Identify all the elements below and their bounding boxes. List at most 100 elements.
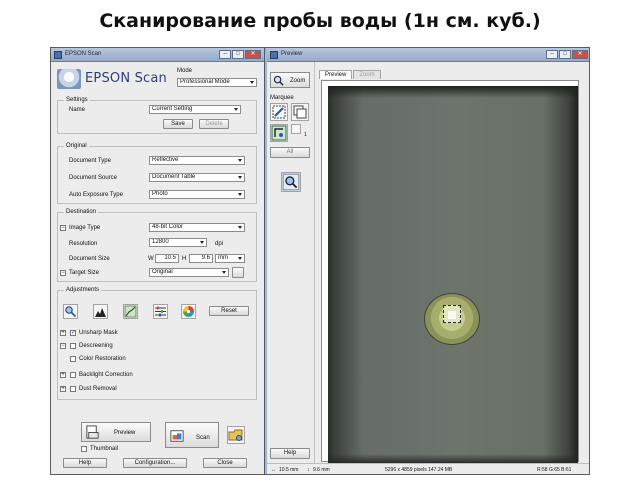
backlight-expand-icon[interactable]: + (60, 372, 66, 378)
histogram-button[interactable] (93, 304, 108, 319)
resolution-select[interactable]: 12800 (149, 238, 207, 247)
delete-button[interactable]: Delete (199, 119, 229, 129)
descreening-label: Descreening (79, 343, 113, 349)
sliders-icon (155, 306, 166, 317)
image-type-select[interactable]: 48-bit Color (149, 223, 245, 232)
descreening-checkbox[interactable] (70, 343, 76, 349)
unsharp-expand-icon[interactable]: + (60, 330, 66, 336)
preview-document-icon (86, 425, 99, 439)
document-source-select[interactable]: Document Table (149, 173, 245, 182)
close-window-button[interactable]: ✕ (572, 50, 588, 59)
size-unit-select[interactable]: mm (215, 254, 245, 263)
help-button[interactable]: Help (63, 458, 107, 468)
target-size-label: Target Size (69, 270, 100, 276)
auto-locate-icon (271, 125, 287, 141)
original-title: Original (64, 143, 89, 149)
save-button[interactable]: Save (163, 119, 193, 129)
color-palette-button[interactable] (181, 304, 196, 319)
dust-removal-label: Dust Removal (79, 386, 117, 392)
status-height: 9.6 mm (313, 467, 330, 473)
preview-help-button[interactable]: Help (270, 448, 310, 459)
settings-title: Settings (64, 97, 90, 103)
preview-button[interactable]: Preview (81, 422, 151, 442)
name-label: Name (69, 107, 86, 113)
height-prefix: H (182, 256, 187, 262)
brand-text: EPSON Scan (85, 71, 167, 86)
width-prefix: W (148, 256, 154, 262)
height-field[interactable]: 9.6 (189, 254, 213, 263)
document-source-value: Document Table (152, 174, 196, 180)
tab-preview[interactable]: Preview (319, 70, 353, 79)
preview-window-title: Preview (281, 51, 303, 57)
duplicate-marquee-icon (293, 105, 307, 119)
color-restoration-checkbox[interactable] (70, 356, 76, 362)
status-pixels: 5296 x 4859 pixels 147.24 MB (385, 467, 453, 473)
histogram-icon (95, 308, 106, 317)
target-size-orientation-button[interactable] (232, 267, 244, 278)
image-type-expand-icon[interactable]: − (60, 225, 66, 231)
backlight-correction-checkbox[interactable] (70, 372, 76, 378)
preview-toolbar: Zoom Marquee 1 All Help (267, 62, 315, 474)
magnifier-icon (65, 306, 77, 318)
mode-select[interactable]: Professional Mode (177, 78, 257, 87)
status-width: 10.5 mm (279, 467, 299, 473)
descreening-expand-icon[interactable]: − (60, 343, 66, 349)
pen-icon (272, 105, 286, 119)
status-rgb: R:58 G:65 B:61 (537, 467, 572, 473)
dust-removal-expand-icon[interactable]: + (60, 386, 66, 392)
configuration-button[interactable]: Configuration... (123, 458, 187, 468)
color-wheel-icon (183, 306, 194, 317)
image-type-value: 48-bit Color (152, 224, 184, 230)
chevron-down-icon (238, 226, 242, 229)
unsharp-mask-checkbox[interactable]: ✓ (70, 330, 76, 336)
scan-image-icon (170, 430, 184, 442)
name-select[interactable]: Current Setting (149, 105, 241, 114)
document-type-select[interactable]: Reflective (149, 156, 245, 165)
close-button[interactable]: Close (203, 458, 247, 468)
thumbnail-label: Thumbnail (90, 446, 119, 452)
target-size-select[interactable]: Original (149, 268, 229, 277)
minimize-button[interactable]: – (219, 50, 231, 59)
epson-brand: EPSON Scan (57, 65, 172, 89)
histogram-lens-button[interactable] (63, 304, 78, 319)
document-type-label: Document Type (69, 158, 111, 164)
preview-window: Preview – □ ✕ Zoom Marquee 1 All Help Pr… (267, 48, 589, 474)
document-source-label: Document Source (69, 175, 118, 181)
maximize-button[interactable]: □ (232, 50, 244, 59)
file-save-settings-button[interactable] (227, 426, 245, 444)
magnifier-icon (273, 75, 284, 86)
width-field[interactable]: 10.5 (155, 254, 179, 263)
preview-tabs: Preview Zoom (319, 70, 382, 79)
preview-canvas-frame (321, 80, 579, 464)
preview-titlebar: Preview – □ ✕ (267, 48, 589, 62)
preview-label: Preview (114, 430, 136, 436)
selection-marquee[interactable] (443, 305, 461, 323)
magnifier-icon (282, 173, 300, 191)
scan-button[interactable]: Scan (165, 422, 219, 448)
auto-exposure-select[interactable]: Photo (149, 190, 245, 199)
auto-exposure-value: Photo (152, 191, 168, 197)
auto-locate-button[interactable] (270, 124, 288, 142)
dust-removal-checkbox[interactable] (70, 386, 76, 392)
image-adjustment-button[interactable] (153, 304, 168, 319)
delete-marquee-button[interactable] (291, 124, 301, 134)
all-button[interactable]: All (270, 147, 310, 158)
target-size-expand-icon[interactable]: − (60, 270, 66, 276)
slide-title: Сканирование пробы воды (1н см. куб.) (99, 10, 541, 32)
marquee-label: Marquee (270, 95, 294, 101)
zoom-preview-button[interactable] (281, 172, 301, 192)
minimize-button[interactable]: – (546, 50, 558, 59)
maximize-button[interactable]: □ (559, 50, 571, 59)
marquee-pen-button[interactable] (270, 103, 288, 121)
resolution-value: 12800 (152, 239, 169, 245)
tone-correction-button[interactable] (123, 304, 138, 319)
duplicate-marquee-button[interactable] (291, 103, 309, 121)
color-restoration-label: Color Restoration (79, 356, 126, 362)
preview-main-area: Preview Zoom (317, 62, 589, 474)
zoom-button[interactable]: Zoom (270, 72, 310, 88)
close-window-button[interactable]: ✕ (245, 50, 261, 59)
zoom-label: Zoom (290, 78, 306, 84)
tab-zoom[interactable]: Zoom (353, 70, 381, 79)
thumbnail-checkbox[interactable] (81, 446, 87, 452)
reset-button[interactable]: Reset (209, 306, 249, 316)
